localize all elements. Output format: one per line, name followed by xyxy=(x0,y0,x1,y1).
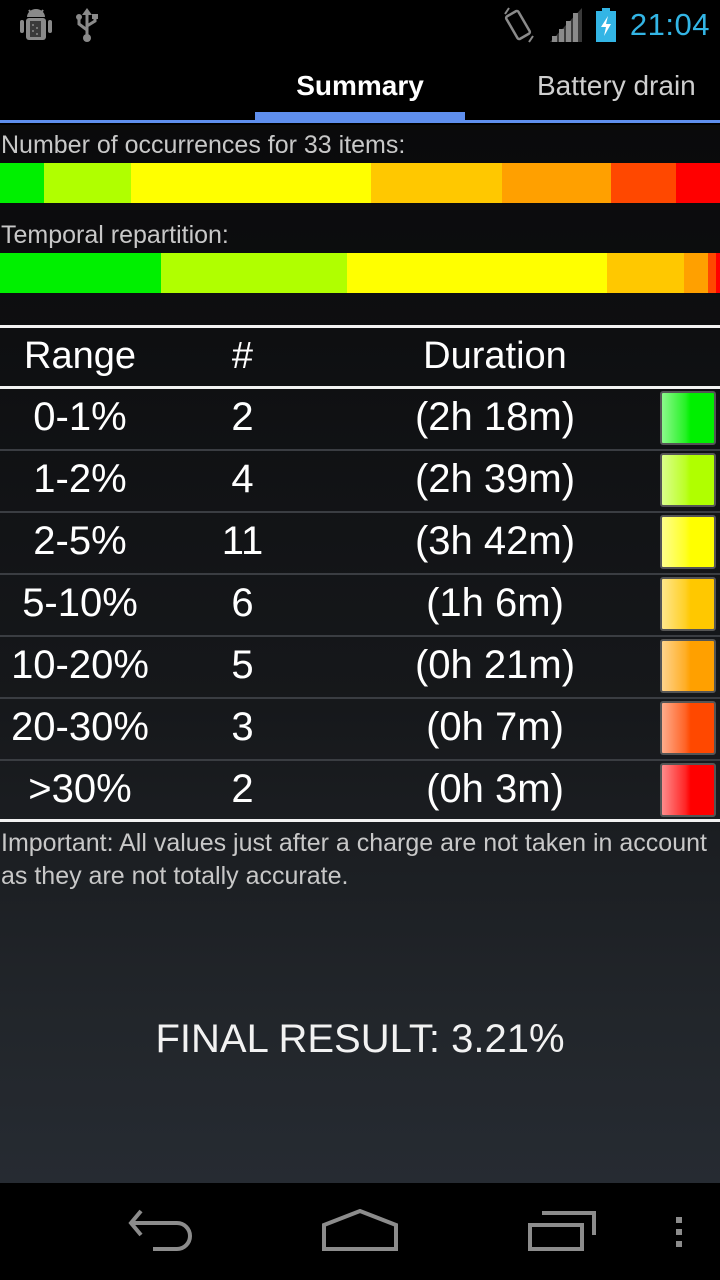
duration-cell: (1h 6m) xyxy=(426,581,564,625)
temporal-label: Temporal repartition: xyxy=(1,221,229,249)
occurrences-label: Number of occurrences for 33 items: xyxy=(1,131,406,159)
occurrences-bar xyxy=(0,163,720,203)
usb-icon xyxy=(74,8,100,44)
back-icon xyxy=(128,1209,192,1251)
duration-cell: (0h 7m) xyxy=(426,705,564,749)
occurrences-segment xyxy=(370,163,502,203)
temporal-segment xyxy=(683,253,709,293)
color-swatch xyxy=(660,577,716,631)
occurrences-segment xyxy=(501,163,611,203)
occurrences-segment xyxy=(130,163,371,203)
navigation-bar xyxy=(0,1183,720,1280)
temporal-segment xyxy=(716,253,720,293)
duration-cell: (0h 21m) xyxy=(414,643,576,687)
occurrences-segment xyxy=(43,163,131,203)
range-cell: 2-5% xyxy=(33,519,127,563)
back-button[interactable] xyxy=(125,1209,195,1256)
count-cell: 3 xyxy=(231,705,254,749)
color-swatch xyxy=(660,391,716,445)
count-cell: 11 xyxy=(221,519,264,563)
signal-icon xyxy=(549,8,582,42)
home-icon xyxy=(322,1208,398,1251)
range-cell: 1-2% xyxy=(33,457,127,501)
range-cell: 10-20% xyxy=(11,643,149,687)
temporal-segment xyxy=(708,253,717,293)
range-cell: 20-30% xyxy=(11,705,149,749)
battery-charging-icon xyxy=(595,8,616,42)
table-row: 0-1% 2 (2h 18m) xyxy=(0,389,720,451)
temporal-segment xyxy=(347,253,607,293)
overflow-menu-icon xyxy=(676,1217,682,1247)
clock: 21:04 xyxy=(629,7,710,42)
range-cell: 0-1% xyxy=(33,395,127,439)
temporal-bar xyxy=(0,253,720,293)
temporal-segment xyxy=(0,253,162,293)
duration-cell: (2h 39m) xyxy=(414,457,576,501)
header-range: Range xyxy=(24,335,136,377)
range-table: 0-1% 2 (2h 18m) 1-2% 4 (2h 39m) 2-5% 11 (3h 42m)… xyxy=(0,389,720,821)
overflow-menu-button[interactable] xyxy=(672,1209,688,1256)
color-swatch xyxy=(660,453,716,507)
tab-summary[interactable]: Summary xyxy=(255,70,465,102)
home-button[interactable] xyxy=(322,1208,398,1256)
duration-cell: (3h 42m) xyxy=(414,519,576,563)
count-cell: 5 xyxy=(231,643,254,687)
duration-cell: (2h 18m) xyxy=(414,395,576,439)
occurrences-segment xyxy=(610,163,677,203)
tab-underline xyxy=(0,120,720,123)
tab-selected-indicator xyxy=(255,112,465,120)
count-cell: 2 xyxy=(231,767,254,811)
count-cell: 4 xyxy=(231,457,254,501)
accuracy-note: Important: All values just after a charg… xyxy=(1,829,707,890)
color-swatch xyxy=(660,763,716,817)
vibrate-icon xyxy=(502,6,536,44)
color-swatch xyxy=(660,515,716,569)
divider xyxy=(0,325,720,328)
range-cell: 5-10% xyxy=(22,581,138,625)
recent-apps-icon xyxy=(528,1211,596,1251)
tab-battery-drain[interactable]: Battery drain xyxy=(537,70,696,102)
header-count: # xyxy=(231,335,254,377)
final-result: FINAL RESULT: 3.21% xyxy=(155,1017,565,1061)
recent-apps-button[interactable] xyxy=(526,1209,598,1256)
summary-content: Number of occurrences for 33 items: Temp… xyxy=(0,125,720,1183)
table-row: 5-10% 6 (1h 6m) xyxy=(0,575,720,637)
temporal-segment xyxy=(606,253,684,293)
count-cell: 6 xyxy=(231,581,254,625)
color-swatch xyxy=(660,701,716,755)
table-row: 10-20% 5 (0h 21m) xyxy=(0,637,720,699)
range-cell: >30% xyxy=(28,767,132,811)
color-swatch xyxy=(660,639,716,693)
divider xyxy=(0,819,720,822)
table-row: 2-5% 11 (3h 42m) xyxy=(0,513,720,575)
occurrences-segment xyxy=(0,163,44,203)
count-cell: 2 xyxy=(231,395,254,439)
status-bar: 21:04 xyxy=(0,0,720,50)
tab-bar: Summary Battery drain xyxy=(0,50,720,125)
table-header: Range # Duration xyxy=(0,329,720,385)
table-row: >30% 2 (0h 3m) xyxy=(0,761,720,821)
temporal-segment xyxy=(161,253,348,293)
table-row: 1-2% 4 (2h 39m) xyxy=(0,451,720,513)
header-duration: Duration xyxy=(423,335,567,377)
duration-cell: (0h 3m) xyxy=(426,767,564,811)
android-debug-icon xyxy=(20,8,52,44)
table-row: 20-30% 3 (0h 7m) xyxy=(0,699,720,761)
occurrences-segment xyxy=(676,163,720,203)
